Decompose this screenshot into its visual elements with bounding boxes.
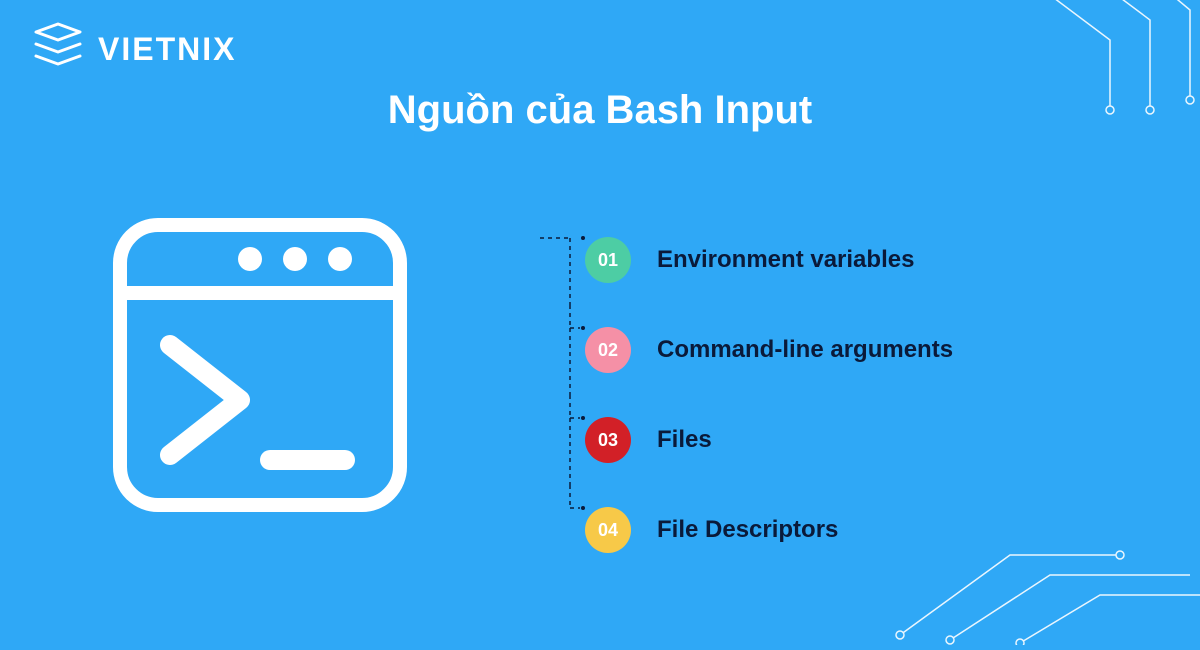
item-badge-2: 02 [585, 327, 631, 373]
decoration-circuit-top [1010, 0, 1200, 125]
list-item: 01 Environment variables [585, 215, 953, 305]
item-label: File Descriptors [657, 516, 838, 544]
connector-line [540, 215, 585, 305]
brand-logo: VIETNIX [32, 22, 236, 77]
stack-icon [32, 22, 84, 77]
connector-line [540, 395, 585, 485]
connector-line [540, 485, 585, 575]
item-badge-4: 04 [585, 507, 631, 553]
item-badge-1: 01 [585, 237, 631, 283]
item-badge-3: 03 [585, 417, 631, 463]
list-item: 02 Command-line arguments [585, 305, 953, 395]
item-label: Environment variables [657, 246, 914, 274]
brand-name: VIETNIX [98, 31, 236, 68]
connector-line [540, 305, 585, 395]
decoration-circuit-bottom [890, 465, 1200, 650]
item-label: Command-line arguments [657, 336, 953, 364]
item-label: Files [657, 426, 712, 454]
terminal-icon [110, 215, 410, 520]
